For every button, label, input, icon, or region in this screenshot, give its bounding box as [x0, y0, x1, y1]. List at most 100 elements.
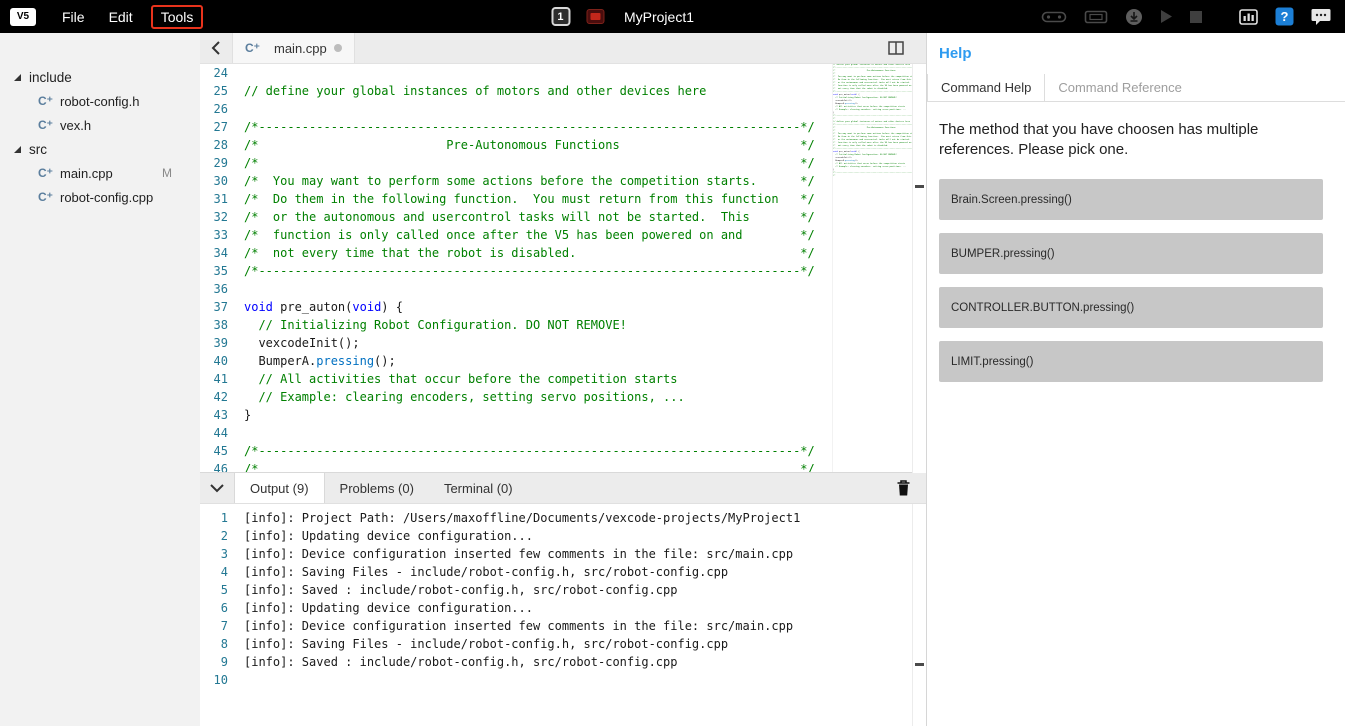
line-number: 41 [200, 370, 240, 388]
tab-command-help[interactable]: Command Help [927, 74, 1045, 101]
folder-src[interactable]: src [0, 137, 200, 161]
code-text-content: void pre_auton(void) { [244, 298, 403, 316]
help-option-button[interactable]: CONTROLLER.BUTTON.pressing() [939, 287, 1323, 328]
help-option-button[interactable]: Brain.Screen.pressing() [939, 179, 1323, 220]
code-line: 40 BumperA.pressing(); [200, 352, 926, 370]
collapse-panel-icon[interactable] [200, 473, 234, 503]
console-line-text: [info]: Saving Files - include/robot-con… [244, 635, 728, 653]
console-line: 5[info]: Saved : include/robot-config.h,… [200, 581, 926, 599]
console-line-number: 8 [200, 635, 240, 653]
console-line: 1[info]: Project Path: /Users/maxoffline… [200, 509, 926, 527]
menu-tools[interactable]: Tools [151, 5, 204, 29]
cpp-file-icon: C⁺ [38, 190, 53, 204]
code-line: 29/* */ [200, 154, 926, 172]
line-number: 29 [200, 154, 240, 172]
file-name: robot-config.cpp [60, 190, 153, 205]
back-chevron-icon[interactable] [200, 33, 232, 63]
file-main.cpp[interactable]: C⁺main.cppM [0, 161, 200, 185]
brain-dashboard-icon[interactable] [1239, 9, 1258, 25]
file-robot-config.h[interactable]: C⁺robot-config.h [0, 89, 200, 113]
minimap-line: /* */ [833, 175, 912, 178]
line-number: 42 [200, 388, 240, 406]
code-lines: 2425// define your global instances of m… [200, 64, 926, 472]
file-vex.h[interactable]: C⁺vex.h [0, 113, 200, 137]
folder-include[interactable]: include [0, 65, 200, 89]
output-panel: Output (9) Problems (0) Terminal (0) 1[i… [200, 472, 926, 726]
tab-command-reference[interactable]: Command Reference [1045, 74, 1195, 101]
code-line: 28/* Pre-Autonomous Functions */ [200, 136, 926, 154]
minimap-line: // Example: clearing encoders, setting s… [833, 166, 912, 169]
tab-problems[interactable]: Problems (0) [325, 473, 429, 503]
console-line-number: 3 [200, 545, 240, 563]
menu-file[interactable]: File [50, 5, 97, 29]
code-text-content: // Initializing Robot Configuration. DO … [244, 316, 627, 334]
brain-icon[interactable] [1084, 9, 1108, 25]
code-text-content: /* */ [244, 154, 815, 172]
brain-status-icon[interactable] [586, 9, 604, 24]
modified-dot-icon [334, 44, 342, 52]
scrollbar-strip[interactable] [912, 64, 926, 726]
line-number: 46 [200, 460, 240, 472]
code-line: 44 [200, 424, 926, 442]
tab-terminal[interactable]: Terminal (0) [429, 473, 528, 503]
console-line: 9[info]: Saved : include/robot-config.h,… [200, 653, 926, 671]
output-panel-tabbar: Output (9) Problems (0) Terminal (0) [200, 473, 926, 504]
code-line: 27/*------------------------------------… [200, 118, 926, 136]
code-text-content: /* not every time that the robot is disa… [244, 244, 815, 262]
help-body: The method that you have choosen has mul… [927, 102, 1345, 395]
menu-edit[interactable]: Edit [97, 5, 145, 29]
code-line: 42 // Example: clearing encoders, settin… [200, 388, 926, 406]
folder-expand-icon[interactable] [14, 146, 21, 153]
file-robot-config.cpp[interactable]: C⁺ robot-config.cpp [0, 185, 200, 209]
console-line: 10 [200, 671, 926, 689]
folder-expand-icon[interactable] [14, 74, 21, 81]
stop-icon[interactable] [1190, 11, 1202, 23]
slot-number-icon[interactable]: 1 [551, 7, 570, 26]
editor-tab-main-cpp[interactable]: C⁺ main.cpp [232, 33, 355, 63]
code-text-content: } [244, 406, 251, 424]
topbar: V5 File Edit Tools 1 MyProject1 ? [0, 0, 1345, 33]
editor-scrollbar-handle[interactable] [915, 185, 924, 188]
console-line-text: [info]: Updating device configuration... [244, 527, 533, 545]
topbar-actions: ? [1041, 7, 1345, 26]
split-editor-icon[interactable] [888, 41, 904, 58]
line-number: 26 [200, 100, 240, 118]
play-icon[interactable] [1160, 9, 1173, 24]
console-scrollbar-handle[interactable] [915, 663, 924, 666]
code-text-content: vexcodeInit(); [244, 334, 360, 352]
help-option-button[interactable]: BUMPER.pressing() [939, 233, 1323, 274]
code-text-content: /*--------------------------------------… [244, 262, 815, 280]
download-icon[interactable] [1125, 8, 1143, 26]
tab-output[interactable]: Output (9) [234, 473, 325, 503]
tab-problems-label: Problems (0) [340, 481, 414, 496]
editor-column: C⁺ main.cpp 2425// define your global in… [200, 33, 927, 726]
controller-icon[interactable] [1041, 9, 1067, 25]
code-line: 25// define your global instances of mot… [200, 82, 926, 100]
code-text-content: /*--------------------------------------… [244, 118, 815, 136]
code-text-content: /* or the autonomous and usercontrol tas… [244, 208, 815, 226]
code-text-content: /* You may want to perform some actions … [244, 172, 815, 190]
tab-command-help-label: Command Help [941, 80, 1031, 95]
code-text-content: /*--------------------------------------… [244, 442, 815, 460]
line-number: 43 [200, 406, 240, 424]
code-line: 38 // Initializing Robot Configuration. … [200, 316, 926, 334]
code-line: 46/* */ [200, 460, 926, 472]
minimap[interactable]: // define your global instances of motor… [832, 64, 912, 472]
console-line-number: 6 [200, 599, 240, 617]
console-line: 2[info]: Updating device configuration..… [200, 527, 926, 545]
code-line: 26 [200, 100, 926, 118]
feedback-icon[interactable] [1311, 8, 1331, 25]
output-console[interactable]: 1[info]: Project Path: /Users/maxoffline… [200, 504, 926, 726]
help-icon[interactable]: ? [1275, 7, 1294, 26]
code-line: 37void pre_auton(void) { [200, 298, 926, 316]
file-explorer: includeC⁺robot-config.hC⁺vex.hsrcC⁺main.… [0, 33, 200, 726]
code-editor[interactable]: 2425// define your global instances of m… [200, 64, 926, 472]
clear-output-trash-icon[interactable] [897, 480, 910, 499]
help-option-button[interactable]: LIMIT.pressing() [939, 341, 1323, 382]
console-line-text: [info]: Device configuration inserted fe… [244, 545, 793, 563]
code-line: 39 vexcodeInit(); [200, 334, 926, 352]
line-number: 28 [200, 136, 240, 154]
console-lines: 1[info]: Project Path: /Users/maxoffline… [200, 509, 926, 689]
console-line-number: 1 [200, 509, 240, 527]
code-line: 33/* function is only called once after … [200, 226, 926, 244]
